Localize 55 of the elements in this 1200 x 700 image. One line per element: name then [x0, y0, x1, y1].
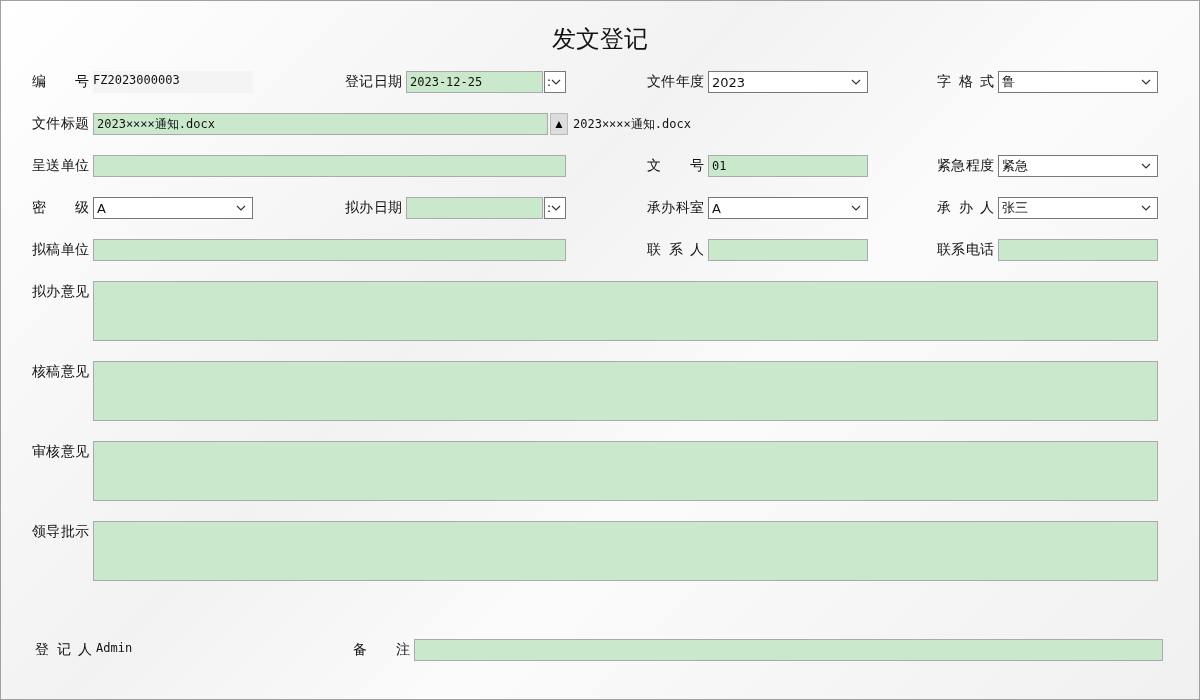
field-label: 拟办日期 [345, 199, 402, 217]
input-field[interactable] [93, 155, 566, 177]
field-label: 呈送单位 [32, 157, 89, 175]
field-label: 文号 [647, 157, 704, 175]
date-picker-button[interactable]: : [544, 197, 566, 219]
chevron-down-icon [1141, 205, 1151, 211]
chevron-down-icon [551, 205, 562, 211]
date-field[interactable]: 2023-12-25 [406, 71, 543, 93]
dropdown[interactable]: 鲁 [998, 71, 1158, 93]
chevron-down-icon [1141, 163, 1151, 169]
dropdown[interactable]: 张三 [998, 197, 1158, 219]
chevron-down-icon [551, 79, 562, 85]
field-label: 拟办意见 [32, 282, 89, 301]
field-value: Admin [96, 640, 134, 657]
field-label: 联系电话 [937, 241, 994, 259]
field-label: 承办人 [937, 199, 994, 217]
text-area[interactable] [93, 281, 1158, 341]
field-label: 拟稿单位 [32, 241, 89, 259]
field-label: 备注 [353, 641, 410, 659]
input-field[interactable] [93, 239, 566, 261]
chevron-down-icon [236, 205, 246, 211]
field-label: 核稿意见 [32, 362, 89, 381]
field-label: 登记人 [35, 641, 92, 659]
dropdown[interactable]: A [93, 197, 253, 219]
chevron-down-icon [1141, 79, 1151, 85]
upload-button[interactable]: ▲ [550, 113, 568, 135]
field-label: 文件年度 [647, 73, 704, 91]
dropdown[interactable]: A [708, 197, 868, 219]
field-label: 编号 [32, 73, 89, 91]
field-label: 审核意见 [32, 442, 89, 461]
input-field[interactable]: 01 [708, 155, 868, 177]
text-area[interactable] [93, 521, 1158, 581]
input-field[interactable] [998, 239, 1158, 261]
chevron-down-icon [851, 205, 861, 211]
field-label: 密级 [32, 199, 89, 217]
field-label: 联系人 [647, 241, 704, 259]
field-label: 字格式 [937, 73, 994, 91]
file-name: 2023××××通知.docx [573, 115, 691, 133]
input-field[interactable] [414, 639, 1163, 661]
text-area[interactable] [93, 361, 1158, 421]
chevron-down-icon [851, 79, 861, 85]
field-value: FZ2023000003 [93, 71, 253, 93]
field-label: 承办科室 [647, 199, 704, 217]
field-label: 领导批示 [32, 522, 89, 541]
form-title: 发文登记 [551, 24, 649, 55]
field-label: 文件标题 [32, 115, 89, 133]
input-field[interactable] [708, 239, 868, 261]
dropdown[interactable]: 2023 [708, 71, 868, 93]
dropdown[interactable]: 紧急 [998, 155, 1158, 177]
field-label: 登记日期 [345, 73, 402, 91]
date-picker-button[interactable]: : [544, 71, 566, 93]
field-label: 紧急程度 [937, 157, 994, 175]
date-field[interactable] [406, 197, 543, 219]
file-name-field[interactable]: 2023××××通知.docx [93, 113, 548, 135]
text-area[interactable] [93, 441, 1158, 501]
